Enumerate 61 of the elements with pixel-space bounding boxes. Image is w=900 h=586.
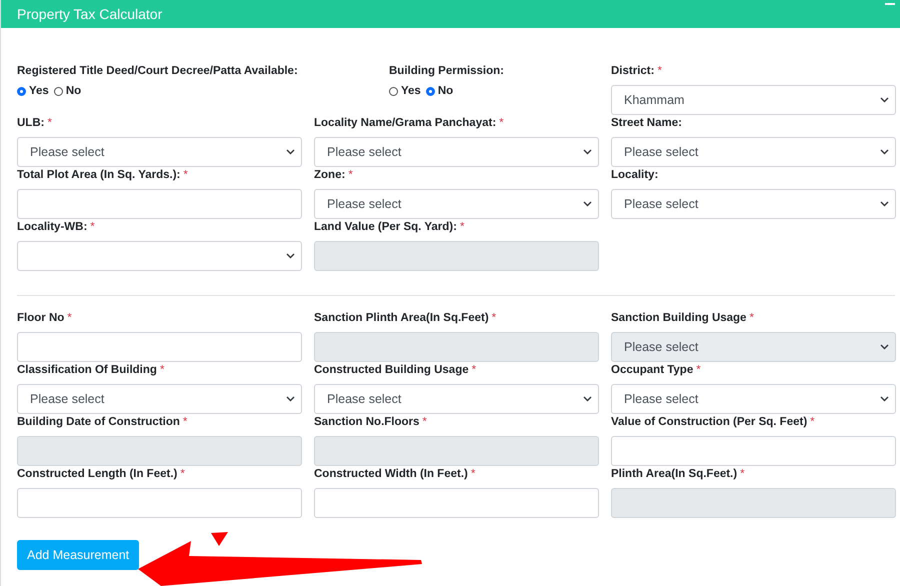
chevron-down-icon <box>583 149 592 155</box>
field-label: Locality Name/Grama Panchayat: * <box>314 117 504 129</box>
radio-label: Yes <box>29 85 49 97</box>
field-label: Constructed Length (In Feet.) * <box>17 468 185 480</box>
select-field[interactable]: Please select <box>17 384 302 414</box>
chevron-down-icon <box>286 396 295 402</box>
chevron-down-icon <box>286 149 295 155</box>
select-field[interactable]: Please select <box>17 137 302 167</box>
field-label: Plinth Area(In Sq.Feet.) * <box>611 468 745 480</box>
chevron-down-icon <box>880 97 889 103</box>
field-label: Sanction Plinth Area(In Sq.Feet) * <box>314 312 496 324</box>
chevron-down-icon <box>583 201 592 207</box>
chevron-down-icon <box>880 149 889 155</box>
chevron-down-icon <box>880 201 889 207</box>
chevron-down-icon <box>583 396 592 402</box>
field-label: Locality: <box>611 169 658 181</box>
field-label: Total Plot Area (In Sq. Yards.): * <box>17 169 188 181</box>
field-label: Building Permission: <box>389 65 504 77</box>
field-label: Classification Of Building * <box>17 364 164 376</box>
field-label: Sanction No.Floors * <box>314 416 427 428</box>
input-field[interactable] <box>17 332 302 362</box>
select-field[interactable]: Please select <box>611 384 896 414</box>
chevron-down-icon <box>286 253 295 259</box>
field-label: Occupant Type * <box>611 364 701 376</box>
field-label: ULB: * <box>17 117 52 129</box>
input-field[interactable] <box>611 436 896 466</box>
radio-button[interactable] <box>389 86 398 96</box>
field-label: Building Date of Construction * <box>17 416 188 428</box>
select-field[interactable]: Please select <box>314 384 599 414</box>
field-label: Zone: * <box>314 169 353 181</box>
select-field[interactable]: Please select <box>611 137 896 167</box>
radio-label: No <box>66 85 82 97</box>
radio-button[interactable] <box>17 86 26 96</box>
field-label: Locality-WB: * <box>17 221 95 233</box>
field-label: Value of Construction (Per Sq. Feet) * <box>611 416 815 428</box>
input-field[interactable] <box>17 189 302 219</box>
chevron-down-icon <box>880 396 889 402</box>
radio-label: Yes <box>401 85 421 97</box>
minimize-icon[interactable] <box>885 3 895 5</box>
select-field[interactable]: Please select <box>314 137 599 167</box>
field-label: District: * <box>611 65 662 77</box>
input-field[interactable] <box>314 488 599 518</box>
select-field[interactable]: Please select <box>314 189 599 219</box>
field-label: Street Name: <box>611 117 682 129</box>
chevron-down-icon <box>880 344 889 350</box>
select-field[interactable] <box>17 241 302 271</box>
input-field[interactable] <box>17 488 302 518</box>
radio-button[interactable] <box>426 86 435 96</box>
radio-button[interactable] <box>54 86 63 96</box>
field-label: Floor No * <box>17 312 72 324</box>
select-field[interactable]: Khammam <box>611 85 896 115</box>
triangle-icon <box>211 532 228 546</box>
arrow-icon <box>138 541 422 586</box>
field-label: Land Value (Per Sq. Yard): * <box>314 221 464 233</box>
radio-label: No <box>438 85 454 97</box>
field-label: Constructed Building Usage * <box>314 364 476 376</box>
select-field[interactable]: Please select <box>611 189 896 219</box>
field-label: Sanction Building Usage * <box>611 312 754 324</box>
field-label: Constructed Width (In Feet.) * <box>314 468 476 480</box>
panel-title: Property Tax Calculator <box>17 6 162 22</box>
field-label: Registered Title Deed/Court Decree/Patta Available: <box>17 65 298 77</box>
